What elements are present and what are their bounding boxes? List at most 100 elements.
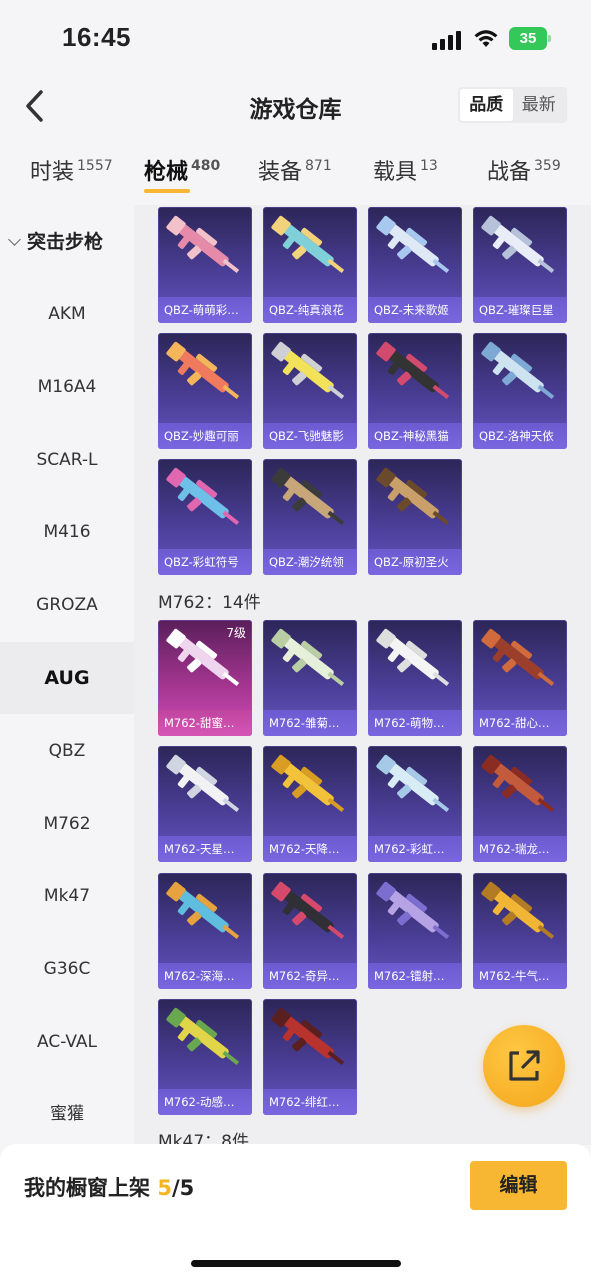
m762-skin-card[interactable]: M762-绯红… <box>263 999 357 1115</box>
skin-name: M762-牛气… <box>473 963 567 989</box>
showcase-title: 我的橱窗上架 <box>24 1176 150 1200</box>
showcase-total: /5 <box>171 1176 195 1200</box>
skin-name: M762-天星… <box>158 836 252 862</box>
tab-equipment[interactable]: 装备 871 <box>258 154 332 186</box>
qbz-skin-card[interactable]: QBZ-潮汐统领 <box>263 459 357 575</box>
skin-name: M762-镭射… <box>368 963 462 989</box>
skin-name: M762-深海… <box>158 963 252 989</box>
qbz-skin-card[interactable]: QBZ-萌萌彩… <box>158 207 252 323</box>
sidebar-item-m16a4[interactable]: M16A4 <box>0 351 134 423</box>
skin-name: QBZ-飞驰魅影 <box>263 423 357 449</box>
weapon-sidebar: 突击步枪 AKM M16A4 SCAR-L M416 GROZA AUG QBZ… <box>0 205 134 1145</box>
sort-toggle: 品质 最新 <box>458 87 567 123</box>
tab-label: 枪械 <box>144 160 189 185</box>
qbz-skin-card[interactable]: QBZ-纯真浪花 <box>263 207 357 323</box>
m762-skin-card[interactable]: M762-深海… <box>158 873 252 989</box>
m762-skin-card[interactable]: M762-天星… <box>158 746 252 862</box>
weapon-skin-image <box>271 215 345 274</box>
m762-skin-card[interactable]: M762-天降… <box>263 746 357 862</box>
weapon-skin-image <box>271 881 345 940</box>
home-indicator <box>191 1260 401 1267</box>
weapon-skin-image <box>376 628 450 687</box>
skin-name: QBZ-纯真浪花 <box>263 297 357 323</box>
sidebar-item-akm[interactable]: AKM <box>0 278 134 350</box>
sidebar-item-honey-badger[interactable]: 蜜獾 <box>0 1078 134 1150</box>
tab-count: 1557 <box>77 158 113 174</box>
sidebar-item-mk47[interactable]: Mk47 <box>0 860 134 932</box>
m762-skin-card[interactable]: M762-雏菊… <box>263 620 357 736</box>
status-time: 16:45 <box>62 22 131 52</box>
qbz-skin-card[interactable]: QBZ-原初圣火 <box>368 459 462 575</box>
showcase-label: 我的橱窗上架 5/5 <box>24 1172 194 1202</box>
sidebar-item-groza[interactable]: GROZA <box>0 569 134 641</box>
qbz-skin-card[interactable]: QBZ-妙趣可丽 <box>158 333 252 449</box>
tab-label: 装备 <box>258 160 303 185</box>
m762-skin-card[interactable]: M762-彩虹… <box>368 746 462 862</box>
share-button[interactable] <box>483 1025 565 1107</box>
qbz-skin-card[interactable]: QBZ-神秘黑猫 <box>368 333 462 449</box>
m762-skin-card[interactable]: M762-甜心… <box>473 620 567 736</box>
sidebar-item-m416[interactable]: M416 <box>0 496 134 568</box>
skin-name: M762-瑞龙… <box>473 836 567 862</box>
showcase-current-count: 5 <box>157 1176 172 1200</box>
qbz-skin-card[interactable]: QBZ-飞驰魅影 <box>263 333 357 449</box>
tab-outfits[interactable]: 时装 1557 <box>30 154 113 186</box>
qbz-skin-card[interactable]: QBZ-彩虹符号 <box>158 459 252 575</box>
skin-name: QBZ-神秘黑猫 <box>368 423 462 449</box>
tab-label: 时装 <box>30 160 75 185</box>
skin-name: M762-萌物… <box>368 710 462 736</box>
m762-skin-card[interactable]: M762-动感… <box>158 999 252 1115</box>
weapon-skin-image <box>271 341 345 400</box>
skin-name: M762-雏菊… <box>263 710 357 736</box>
skin-name: M762-甜蜜… <box>158 710 252 736</box>
tab-count: 359 <box>534 158 561 174</box>
sidebar-item-g36c[interactable]: G36C <box>0 933 134 1005</box>
m762-skin-card[interactable]: M762-镭射… <box>368 873 462 989</box>
skin-name: QBZ-潮汐统领 <box>263 549 357 575</box>
tab-count: 13 <box>420 158 438 174</box>
edit-button[interactable]: 编辑 <box>470 1161 567 1210</box>
skin-name: M762-绯红… <box>263 1089 357 1115</box>
skin-level-badge: 7级 <box>226 626 246 640</box>
weapon-skin-image <box>376 341 450 400</box>
qbz-skin-card[interactable]: QBZ-未来歌姬 <box>368 207 462 323</box>
weapon-skin-image <box>271 754 345 813</box>
tab-label: 战备 <box>487 160 532 185</box>
share-external-icon <box>509 1050 540 1081</box>
weapon-skin-image <box>166 215 240 274</box>
tab-vehicles[interactable]: 载具 13 <box>373 154 438 186</box>
skin-name: M762-甜心… <box>473 710 567 736</box>
sort-newest-button[interactable]: 最新 <box>513 89 566 121</box>
m762-skin-card[interactable]: M762-瑞龙… <box>473 746 567 862</box>
qbz-skin-card[interactable]: QBZ-洛神天依 <box>473 333 567 449</box>
weapon-skin-image <box>376 215 450 274</box>
sidebar-item-aug[interactable]: AUG <box>0 642 134 714</box>
tab-gear[interactable]: 战备 359 <box>487 154 561 186</box>
skin-name: QBZ-妙趣可丽 <box>158 423 252 449</box>
section-header-mk47: Mk47：8件 <box>158 1132 249 1145</box>
m762-skin-card[interactable]: M762-萌物… <box>368 620 462 736</box>
sidebar-item-ac-val[interactable]: AC-VAL <box>0 1006 134 1078</box>
sidebar-group-assault-rifles[interactable]: 突击步枪 <box>8 227 104 254</box>
active-tab-indicator <box>144 189 190 193</box>
skin-name: QBZ-璀璨巨星 <box>473 297 567 323</box>
qbz-skin-card[interactable]: QBZ-璀璨巨星 <box>473 207 567 323</box>
signal-icon <box>432 30 462 50</box>
skin-name: QBZ-洛神天依 <box>473 423 567 449</box>
tab-guns[interactable]: 枪械 480 <box>144 154 220 193</box>
sidebar-item-qbz[interactable]: QBZ <box>0 715 134 787</box>
weapon-skin-image <box>166 1007 240 1066</box>
m762-skin-card[interactable]: M762-奇异… <box>263 873 357 989</box>
tab-label: 载具 <box>373 160 418 185</box>
m762-skin-card[interactable]: 7级 M762-甜蜜… <box>158 620 252 736</box>
skin-name: QBZ-原初圣火 <box>368 549 462 575</box>
sidebar-item-scar-l[interactable]: SCAR-L <box>0 424 134 496</box>
weapon-skin-image <box>481 215 555 274</box>
sort-quality-button[interactable]: 品质 <box>460 89 513 121</box>
sidebar-group-label: 突击步枪 <box>27 231 104 253</box>
m762-skin-card[interactable]: M762-牛气… <box>473 873 567 989</box>
skin-name: QBZ-未来歌姬 <box>368 297 462 323</box>
weapon-skin-image <box>166 754 240 813</box>
sidebar-item-m762[interactable]: M762 <box>0 788 134 860</box>
skin-name: M762-动感… <box>158 1089 252 1115</box>
